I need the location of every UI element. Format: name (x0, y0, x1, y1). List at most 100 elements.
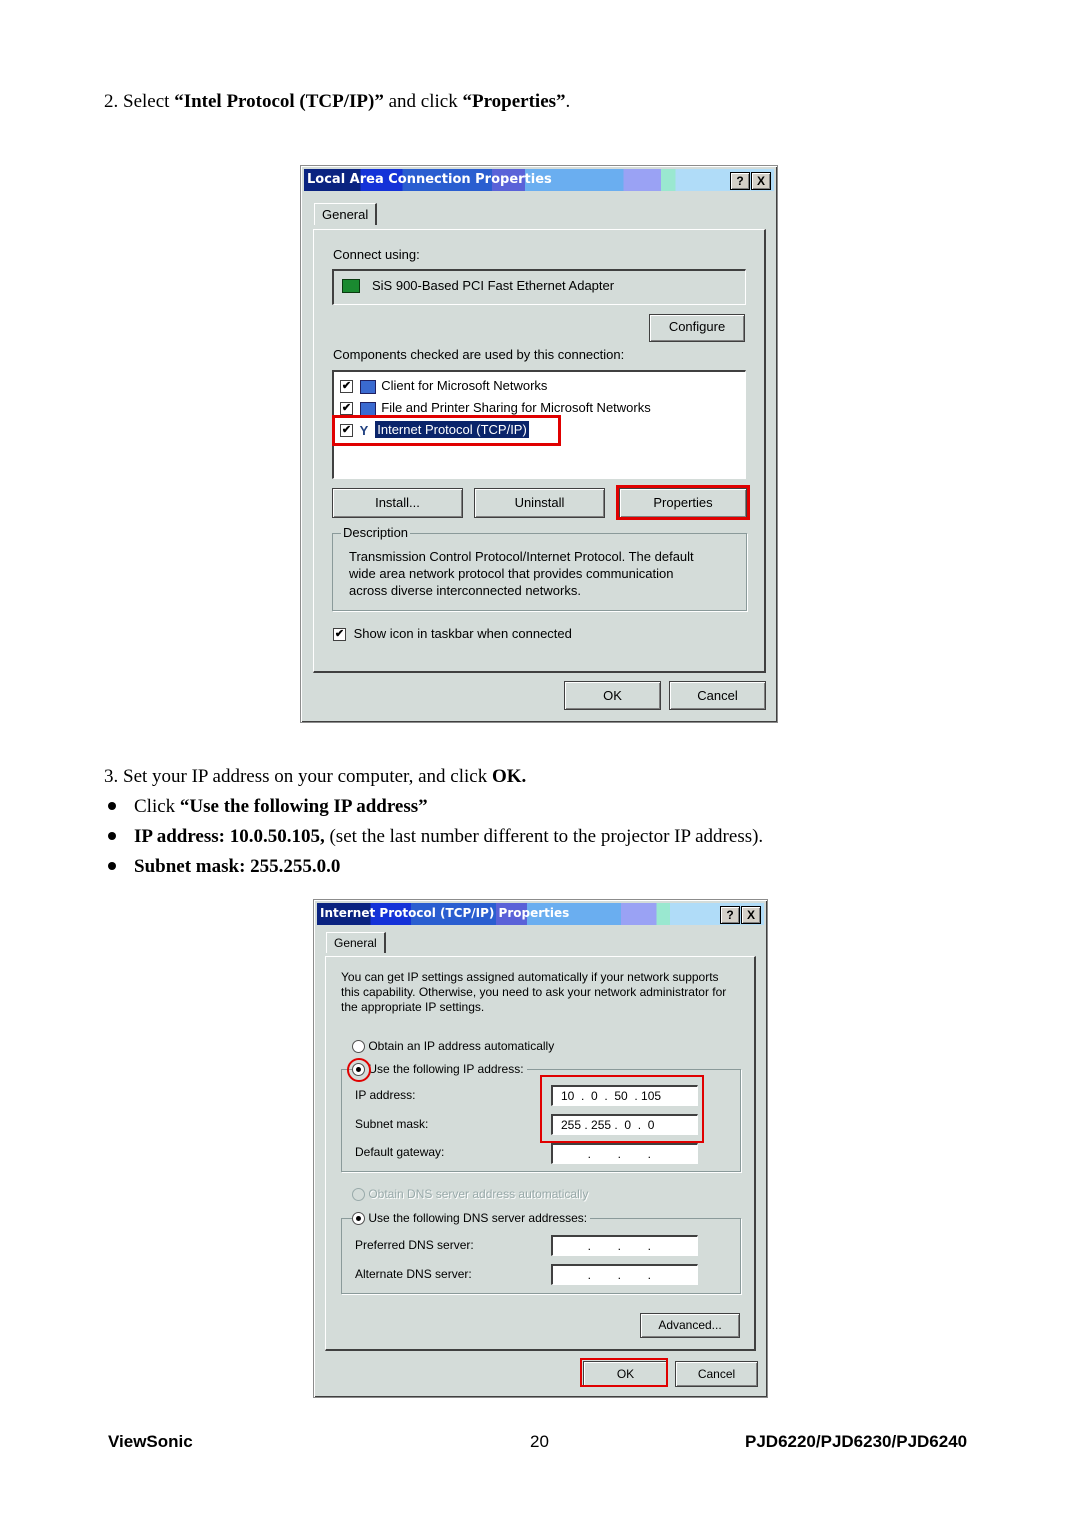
obtain-ip-auto-radio[interactable] (352, 1040, 365, 1054)
step-3-ok: OK. (491, 766, 527, 787)
bullet-icon (108, 861, 116, 870)
intro-line: You can get IP settings assigned automat… (341, 970, 719, 984)
alternate-dns-label: Alternate DNS server: (355, 1267, 472, 1281)
step-3-text: 3. Set your IP address on your computer,… (104, 766, 492, 787)
default-gateway-label: Default gateway: (355, 1145, 445, 1159)
description-line: Transmission Control Protocol/Internet P… (349, 549, 694, 564)
step-2-button-name: “Properties” (462, 91, 566, 112)
adapter-field: SiS 900-Based PCI Fast Ethernet Adapter (332, 269, 746, 305)
ok-label: OK (603, 688, 622, 703)
install-button[interactable]: Install... (332, 488, 463, 518)
highlight-tcpip (332, 415, 561, 446)
local-area-connection-dialog: Local Area Connection Properties ? X Gen… (300, 165, 778, 723)
help-button[interactable]: ? (730, 172, 750, 190)
component-label: File and Printer Sharing for Microsoft N… (381, 400, 651, 415)
bullet-text: (set the last number different to the pr… (324, 826, 764, 847)
obtain-dns-auto-radio (352, 1188, 365, 1202)
highlight-properties (616, 485, 750, 520)
footer-brand: ViewSonic (108, 1432, 193, 1451)
description-legend: Description (341, 525, 411, 540)
cancel-label: Cancel (697, 1367, 736, 1381)
highlight-ip-fields (540, 1075, 704, 1143)
tab-label: General (322, 207, 369, 222)
configure-button[interactable]: Configure (649, 314, 745, 342)
computer-share-icon (359, 401, 376, 416)
ip-address-label: IP address: (355, 1088, 416, 1102)
close-icon: X (756, 174, 765, 188)
step-2-text: 2. Select (104, 91, 175, 112)
obtain-dns-auto-option: Obtain DNS server address automatically (352, 1187, 589, 1202)
bullet-text: Click (134, 796, 180, 817)
tab-general[interactable]: General (314, 203, 378, 225)
close-button[interactable]: X (751, 172, 771, 190)
tab-general[interactable]: General (326, 932, 386, 953)
bullet-item: Click “Use the following IP address” (108, 796, 428, 818)
checkbox-file-sharing[interactable]: ✔ (340, 402, 353, 416)
step-2-text: . (565, 91, 571, 112)
use-following-dns-label: Use the following DNS server addresses: (368, 1211, 588, 1225)
bullet-item: Subnet mask: 255.255.0.0 (108, 856, 340, 878)
step-2-text: and click (383, 91, 463, 112)
bullet-icon (108, 831, 116, 840)
bullet-bold: IP address: 10.0.50.105, (134, 826, 325, 847)
obtain-ip-auto-label: Obtain an IP address automatically (368, 1039, 555, 1053)
bullet-bold: Subnet mask: 255.255.0.0 (134, 856, 341, 877)
adapter-name: SiS 900-Based PCI Fast Ethernet Adapter (372, 278, 615, 293)
uninstall-button[interactable]: Uninstall (474, 488, 605, 518)
connect-using-label: Connect using: (333, 247, 420, 262)
description-line: wide area network protocol that provides… (349, 566, 674, 581)
help-icon: ? (736, 174, 744, 188)
description-line: across diverse interconnected networks. (349, 583, 581, 598)
ok-button[interactable]: OK (564, 681, 661, 710)
highlight-use-following-ip (347, 1058, 371, 1082)
highlight-ok (580, 1358, 668, 1387)
step-2-instruction: 2. Select “Intel Protocol (TCP/IP)” and … (104, 91, 570, 113)
tab-label: General (334, 936, 377, 950)
configure-label: Configure (668, 319, 726, 334)
components-label: Components checked are used by this conn… (333, 347, 625, 362)
intro-line: this capability. Otherwise, you need to … (341, 985, 727, 999)
title-bar: Internet Protocol (TCP/IP) Properties ? … (317, 903, 764, 925)
preferred-dns-input[interactable]: . . . (551, 1235, 698, 1256)
cancel-button[interactable]: Cancel (669, 681, 766, 710)
help-icon: ? (726, 908, 734, 922)
close-button[interactable]: X (741, 906, 761, 924)
title-bar: Local Area Connection Properties ? X (304, 169, 774, 191)
preferred-dns-label: Preferred DNS server: (355, 1238, 474, 1252)
dialog-title: Local Area Connection Properties (307, 172, 552, 187)
network-adapter-icon (342, 279, 360, 293)
obtain-ip-auto-option[interactable]: Obtain an IP address automatically (352, 1039, 555, 1054)
bullet-icon (108, 801, 116, 810)
page-number: 20 (530, 1432, 549, 1451)
alternate-dns-input[interactable]: . . . (551, 1264, 698, 1285)
cancel-button[interactable]: Cancel (675, 1361, 758, 1387)
cancel-label: Cancel (697, 688, 738, 703)
component-item-file-sharing[interactable]: ✔ File and Printer Sharing for Microsoft… (340, 400, 651, 416)
use-following-ip-option[interactable]: Use the following IP address: (352, 1062, 527, 1077)
obtain-dns-auto-label: Obtain DNS server address automatically (368, 1187, 589, 1201)
show-icon-option[interactable]: ✔ Show icon in taskbar when connected (333, 626, 572, 642)
use-following-dns-option[interactable]: Use the following DNS server addresses: (352, 1211, 591, 1226)
show-icon-checkbox[interactable]: ✔ (333, 628, 346, 642)
subnet-mask-label: Subnet mask: (355, 1117, 429, 1131)
help-button[interactable]: ? (720, 906, 740, 924)
default-gateway-input[interactable]: . . . (551, 1143, 698, 1164)
use-following-ip-label: Use the following IP address: (368, 1062, 524, 1076)
footer-models: PJD6220/PJD6230/PJD6240 (745, 1432, 968, 1451)
intro-line: the appropriate IP settings. (341, 1000, 485, 1014)
install-label: Install... (375, 495, 420, 510)
component-item-client[interactable]: ✔ Client for Microsoft Networks (340, 378, 547, 394)
advanced-button[interactable]: Advanced... (640, 1313, 740, 1338)
advanced-label: Advanced... (658, 1318, 722, 1332)
step-3-instruction: 3. Set your IP address on your computer,… (104, 766, 526, 788)
show-icon-label: Show icon in taskbar when connected (353, 626, 572, 641)
bullet-item: IP address: 10.0.50.105, (set the last n… (108, 826, 763, 848)
dialog-title: Internet Protocol (TCP/IP) Properties (320, 906, 570, 920)
use-following-dns-radio[interactable] (352, 1212, 365, 1226)
computer-icon (359, 379, 376, 394)
tcpip-properties-dialog: Internet Protocol (TCP/IP) Properties ? … (313, 899, 768, 1398)
step-2-item: “Intel Protocol (TCP/IP)” (174, 91, 384, 112)
close-icon: X (746, 908, 755, 922)
checkbox-client[interactable]: ✔ (340, 380, 353, 394)
component-label: Client for Microsoft Networks (381, 378, 548, 393)
